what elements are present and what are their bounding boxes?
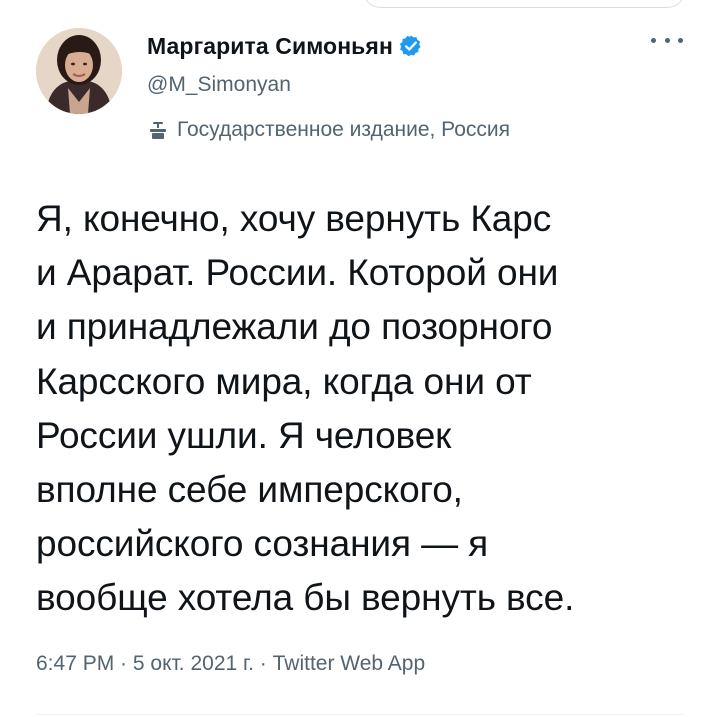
meta-separator: ·: [253, 652, 273, 675]
divider: [36, 714, 684, 715]
tweet-date[interactable]: 5 окт. 2021 г.: [133, 652, 254, 676]
state-label-text[interactable]: Государственное издание, Россия: [177, 118, 510, 142]
avatar[interactable]: [36, 28, 122, 114]
podium-icon: [147, 119, 169, 141]
author-handle[interactable]: @M_Simonyan: [147, 73, 291, 97]
display-name[interactable]: Маргарита Симоньян: [147, 33, 393, 60]
tweet-text: Я, конечно, хочу вернуть Карс и Арарат. …: [36, 198, 575, 619]
author-name-row[interactable]: Маргарита Симоньян: [147, 32, 423, 60]
tweet-source[interactable]: Twitter Web App: [273, 652, 426, 676]
meta-separator: ·: [114, 652, 133, 675]
search-bar-edge[interactable]: [362, 0, 686, 8]
tweet-meta: 6:47 PM · 5 окт. 2021 г. · Twitter Web A…: [36, 652, 425, 676]
state-media-label[interactable]: Государственное издание, Россия: [147, 116, 510, 144]
more-options-icon[interactable]: [651, 30, 683, 50]
profile-photo: [36, 28, 122, 114]
tweet-time[interactable]: 6:47 PM: [36, 652, 114, 676]
verified-badge-icon: [399, 34, 423, 58]
